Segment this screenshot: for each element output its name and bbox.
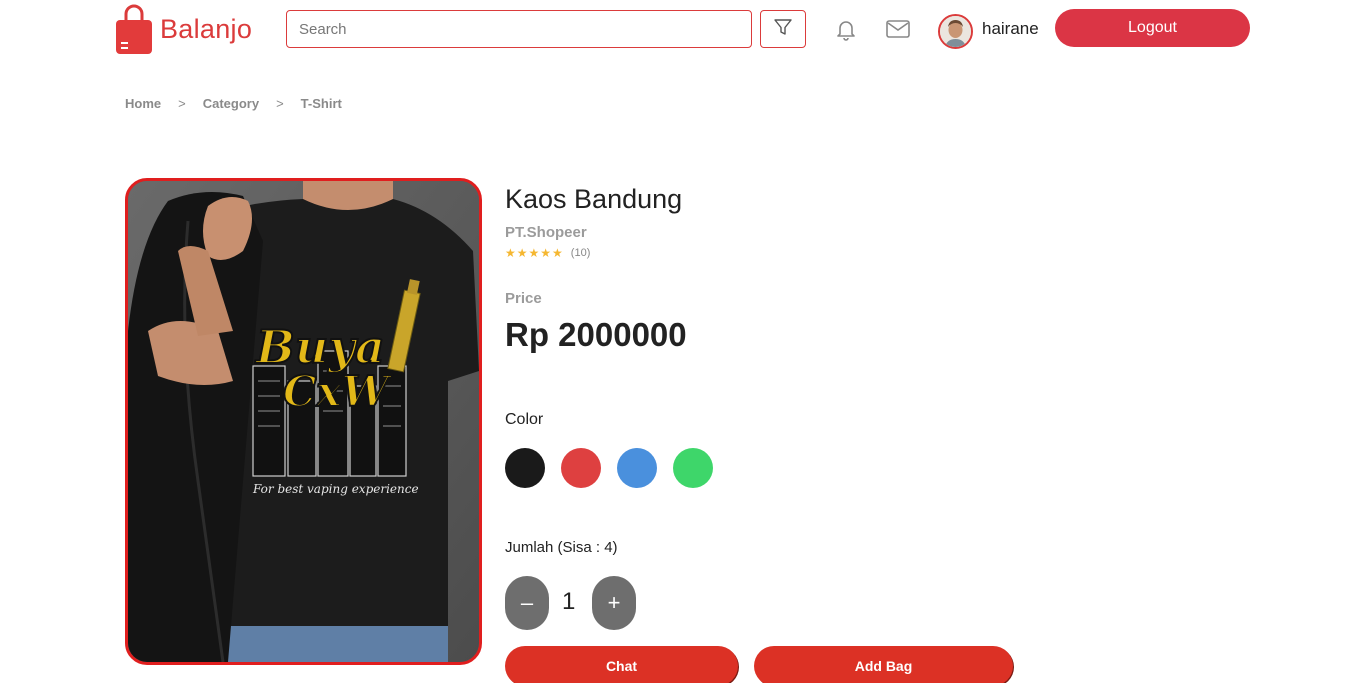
color-swatch-black[interactable] bbox=[505, 448, 545, 488]
price-label: Price bbox=[505, 290, 542, 307]
quantity-label: Jumlah (Sisa : 4) bbox=[505, 539, 618, 556]
color-swatch-red[interactable] bbox=[561, 448, 601, 488]
product-rating: ★★★★★ (10) bbox=[505, 246, 590, 260]
print-subtitle: CxW bbox=[283, 367, 392, 416]
username[interactable]: hairane bbox=[982, 19, 1039, 39]
rating-count: (10) bbox=[570, 247, 591, 259]
mail-icon bbox=[885, 18, 911, 45]
product-title: Kaos Bandung bbox=[505, 184, 683, 214]
brand-logo[interactable]: Balanjo bbox=[115, 4, 252, 54]
color-swatch-green[interactable] bbox=[673, 448, 713, 488]
logout-button[interactable]: Logout bbox=[1055, 9, 1250, 47]
search-input[interactable] bbox=[286, 10, 752, 48]
print-title: Buya bbox=[254, 320, 385, 374]
breadcrumb-home[interactable]: Home bbox=[125, 96, 161, 111]
breadcrumb-separator: > bbox=[178, 96, 186, 111]
increase-quantity-button[interactable]: + bbox=[592, 576, 636, 630]
avatar[interactable] bbox=[938, 14, 973, 49]
quantity-value: 1 bbox=[562, 588, 576, 615]
bell-icon bbox=[834, 17, 858, 46]
product-price: Rp 2000000 bbox=[505, 316, 687, 353]
rating-stars-icon: ★★★★★ bbox=[505, 246, 564, 260]
shopping-bag-icon bbox=[115, 4, 153, 54]
print-tagline: For best vaping experience bbox=[252, 482, 419, 496]
brand-name: Balanjo bbox=[160, 13, 253, 44]
filter-button[interactable] bbox=[760, 10, 806, 48]
color-label: Color bbox=[505, 411, 544, 428]
product-image: Buya CxW For best vaping experience bbox=[125, 178, 482, 665]
decrease-quantity-button[interactable]: – bbox=[505, 576, 549, 630]
breadcrumb-category[interactable]: Category bbox=[203, 96, 259, 111]
add-bag-button[interactable]: Add Bag bbox=[754, 646, 1013, 683]
chat-button[interactable]: Chat bbox=[505, 646, 738, 683]
color-swatch-blue[interactable] bbox=[617, 448, 657, 488]
messages-button[interactable] bbox=[885, 18, 911, 44]
store-name[interactable]: PT.Shopeer bbox=[505, 224, 587, 241]
breadcrumb: Home > Category > T-Shirt bbox=[125, 96, 342, 111]
filter-icon bbox=[773, 17, 793, 42]
breadcrumb-separator: > bbox=[276, 96, 284, 111]
breadcrumb-tshirt[interactable]: T-Shirt bbox=[301, 96, 342, 111]
notifications-button[interactable] bbox=[833, 18, 859, 44]
